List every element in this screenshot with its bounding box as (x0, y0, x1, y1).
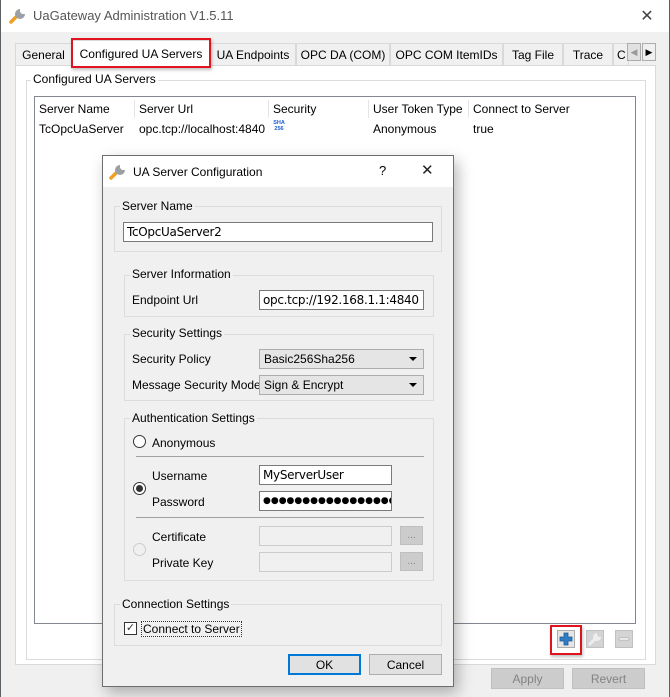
certificate-input[interactable] (259, 526, 392, 546)
cell-user-token-type: Anonymous (373, 122, 437, 136)
connection-settings-group-label: Connection Settings (120, 597, 232, 611)
window-title: UaGateway Administration V1.5.11 (33, 8, 234, 23)
security-policy-label: Security Policy (132, 352, 211, 366)
message-security-mode-label: Message Security Mode (132, 378, 261, 392)
private-key-label: Private Key (152, 556, 214, 570)
dialog-close-button[interactable]: ✕ (421, 161, 434, 179)
wrench-icon (9, 9, 25, 24)
certificate-label: Certificate (152, 530, 207, 544)
cell-server-name: TcOpcUaServer (39, 122, 124, 136)
server-information-group-label: Server Information (130, 267, 233, 281)
anonymous-label: Anonymous (152, 436, 216, 450)
security-settings-group-label: Security Settings (130, 326, 225, 340)
ok-button[interactable]: OK (288, 654, 361, 675)
chevron-down-icon (409, 383, 417, 387)
help-button[interactable]: ? (379, 163, 386, 178)
tab-scroll-left-button[interactable]: ◀ (627, 43, 641, 61)
endpoint-url-input[interactable]: opc.tcp://192.168.1.1:4840 (259, 290, 424, 310)
tab-ua-endpoints[interactable]: UA Endpoints (210, 43, 296, 65)
apply-button[interactable]: Apply (491, 668, 564, 689)
cancel-button[interactable]: Cancel (369, 654, 442, 675)
tab-opc-da-com[interactable]: OPC DA (COM) (296, 43, 390, 65)
close-icon: ✕ (421, 162, 434, 179)
minus-icon (618, 637, 630, 641)
tab-opc-com-itemids[interactable]: OPC COM ItemIDs (390, 43, 503, 65)
certificate-radio[interactable] (133, 543, 146, 556)
cell-connect-to-server: true (473, 122, 494, 136)
column-header-server-name[interactable]: Server Name (35, 100, 135, 118)
tab-configured-ua-servers[interactable]: Configured UA Servers (72, 40, 210, 66)
column-header-user-token-type[interactable]: User Token Type (369, 100, 469, 118)
connect-to-server-label[interactable]: Connect to Server (141, 621, 242, 637)
add-button-highlight-annotation (550, 625, 582, 655)
remove-server-button[interactable] (615, 630, 633, 648)
endpoint-url-label: Endpoint Url (132, 293, 199, 307)
server-name-group-label: Server Name (120, 199, 195, 213)
title-bar: UaGateway Administration V1.5.11 ✕ (1, 0, 669, 32)
username-label: Username (152, 469, 208, 483)
security-policy-dropdown[interactable]: Basic256Sha256 (259, 349, 424, 369)
checkmark-icon: ✓ (125, 622, 136, 634)
separator (136, 517, 424, 518)
message-security-mode-dropdown[interactable]: Sign & Encrypt (259, 375, 424, 395)
authentication-settings-group-label: Authentication Settings (130, 411, 257, 425)
anonymous-radio[interactable] (133, 435, 146, 448)
tab-tag-file[interactable]: Tag File (503, 43, 563, 65)
connect-to-server-checkbox[interactable]: ✓ (124, 622, 137, 635)
separator (136, 456, 424, 457)
column-header-server-url[interactable]: Server Url (135, 100, 269, 118)
server-name-input[interactable]: TcOpcUaServer2 (123, 222, 433, 242)
arrow-right-icon: ▶ (645, 46, 653, 57)
username-input[interactable]: MyServerUser (259, 465, 392, 485)
dialog-title: UA Server Configuration (133, 165, 263, 179)
password-input[interactable]: ●●●●●●●●●●●●●●●●● (259, 491, 392, 511)
chevron-down-icon (409, 357, 417, 361)
close-icon: ✕ (640, 8, 654, 25)
edit-server-button[interactable] (586, 630, 604, 648)
revert-button[interactable]: Revert (572, 668, 645, 689)
column-header-connect-to-server[interactable]: Connect to Server (469, 100, 635, 118)
wrench-icon (109, 165, 125, 180)
password-label: Password (152, 495, 205, 509)
wrench-icon (588, 633, 601, 646)
cell-server-url: opc.tcp://localhost:4840 (139, 122, 266, 136)
servers-group-label: Configured UA Servers (31, 72, 158, 86)
username-radio[interactable] (133, 482, 146, 495)
window-close-button[interactable]: ✕ (625, 0, 669, 32)
tab-general[interactable]: General (15, 43, 72, 65)
sha256-icon: SHA 256 (273, 120, 285, 132)
private-key-browse-button[interactable]: ... (400, 552, 423, 571)
arrow-left-icon: ◀ (630, 46, 638, 57)
certificate-browse-button[interactable]: ... (400, 526, 423, 545)
ua-server-configuration-dialog: UA Server Configuration ? ✕ Server Name … (102, 155, 454, 687)
dialog-title-bar: UA Server Configuration ? ✕ (103, 156, 453, 187)
column-header-security[interactable]: Security (269, 100, 369, 118)
help-icon: ? (379, 163, 387, 178)
tab-scroll-right-button[interactable]: ▶ (642, 43, 656, 61)
private-key-input[interactable] (259, 552, 392, 572)
tab-trace[interactable]: Trace (563, 43, 613, 65)
